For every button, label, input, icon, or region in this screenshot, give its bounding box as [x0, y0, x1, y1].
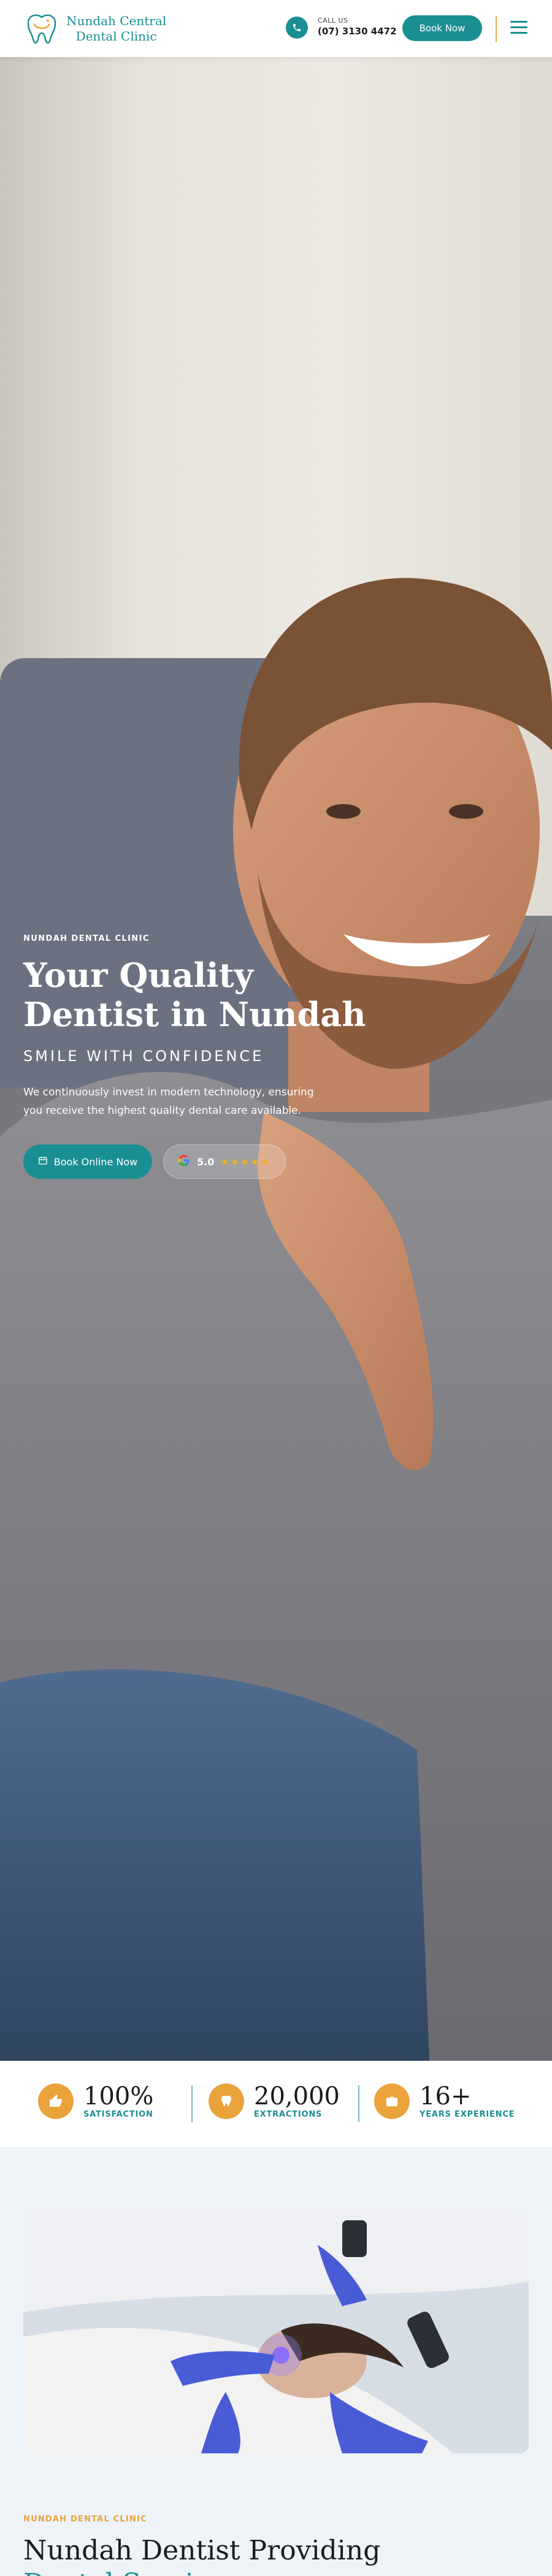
hero-title-line-2: Dentist in Nundah [23, 995, 366, 1034]
google-icon [177, 1154, 191, 1170]
stat-value: 20,000 [254, 2082, 340, 2110]
dental-treatment-image [23, 2208, 529, 2453]
about-title: Nundah Dentist Providing Dental Services [23, 2534, 526, 2576]
logo-line-2: Dental Clinic [75, 29, 157, 44]
stat-satisfaction: 100% SATISFACTION [38, 2083, 153, 2119]
hamburger-menu-icon[interactable] [510, 21, 527, 36]
stat-years-experience: 16+ YEARS EXPERIENCE [374, 2083, 515, 2119]
hero-subtitle: SMILE WITH CONFIDENCE [23, 1048, 264, 1065]
hero-title-line-1: Your Quality [23, 956, 254, 995]
google-rating-badge[interactable]: 5.0 ★★★★★ [163, 1144, 286, 1179]
tooth-icon [209, 2083, 244, 2119]
logo-line-1: Nundah Central [66, 13, 167, 28]
hero-section: NUNDAH DENTAL CLINIC Your Quality Dentis… [0, 57, 552, 2061]
phone-icon[interactable] [286, 17, 308, 39]
stat-divider [191, 2085, 193, 2122]
about-tag: NUNDAH DENTAL CLINIC [23, 2515, 147, 2524]
logo-text[interactable]: Nundah Central Dental Clinic [66, 13, 166, 44]
calendar-icon [38, 1156, 48, 1168]
stat-divider [358, 2085, 359, 2122]
about-section: NUNDAH DENTAL CLINIC Nundah Dentist Prov… [0, 2147, 552, 2576]
stat-label: SATISFACTION [83, 2110, 153, 2119]
stats-bar: 100% SATISFACTION 20,000 EXTRACTIONS 16+… [0, 2061, 552, 2147]
stat-value: 100% [83, 2082, 154, 2110]
book-now-button[interactable]: Book Now [402, 15, 482, 41]
hero-tag: NUNDAH DENTAL CLINIC [23, 934, 150, 943]
tooth-logo-icon[interactable] [23, 12, 60, 47]
book-online-label: Book Online Now [53, 1156, 138, 1168]
call-number-link[interactable]: (07) 3130 4472 [318, 26, 397, 37]
hero-content: NUNDAH DENTAL CLINIC Your Quality Dentis… [23, 934, 367, 1179]
stat-extractions: 20,000 EXTRACTIONS [209, 2083, 340, 2119]
stat-value: 16+ [420, 2082, 472, 2110]
hero-title: Your Quality Dentist in Nundah [23, 956, 367, 1034]
rating-value: 5.0 [197, 1156, 215, 1168]
stat-label: YEARS EXPERIENCE [420, 2110, 515, 2119]
call-us-label: CALL US [318, 17, 348, 25]
stat-label: EXTRACTIONS [254, 2110, 323, 2119]
rating-stars: ★★★★★ [220, 1156, 271, 1168]
hero-description: We continuously invest in modern technol… [23, 1086, 314, 1117]
thumbs-up-icon [38, 2083, 74, 2119]
site-header: Nundah Central Dental Clinic CALL US (07… [0, 0, 552, 57]
book-online-button[interactable]: Book Online Now [23, 1144, 152, 1179]
briefcase-icon [374, 2083, 410, 2119]
about-title-line-1: Nundah Dentist Providing [23, 2535, 381, 2566]
header-divider [496, 16, 497, 42]
about-title-line-2: Dental Services [23, 2567, 526, 2576]
hero-actions: Book Online Now 5.0 ★★★★★ [23, 1144, 367, 1179]
